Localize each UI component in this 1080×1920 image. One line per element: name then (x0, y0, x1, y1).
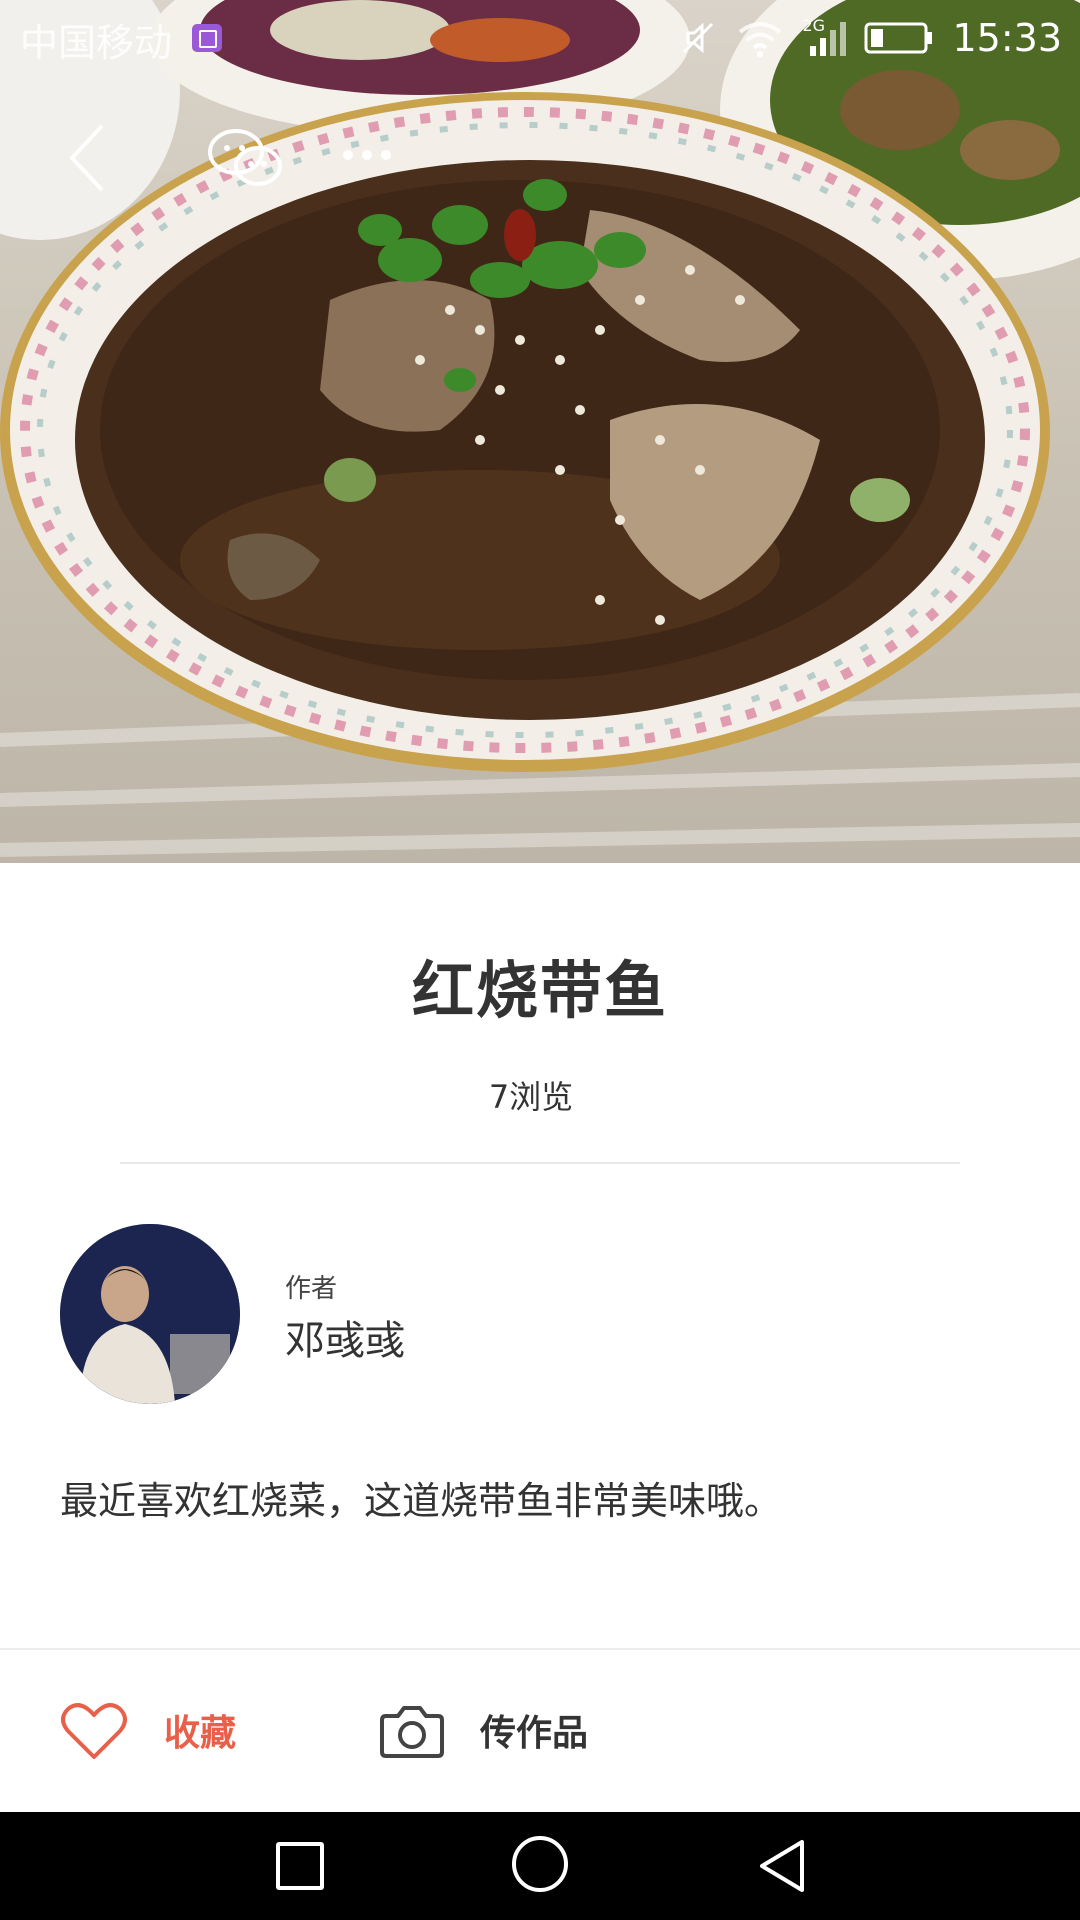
bottom-divider (0, 1648, 1080, 1650)
more-button[interactable] (334, 140, 400, 170)
signal-icon (810, 22, 847, 56)
signal-indicator: 2G (802, 16, 847, 60)
gallery-notification-icon (192, 24, 222, 52)
wifi-icon (739, 22, 782, 57)
author-label: 作者 (285, 1274, 338, 1304)
author-name[interactable]: 邓彧彧 (285, 1308, 405, 1366)
favorite-button[interactable]: 收藏 (60, 1690, 236, 1770)
carrier-name: 中国移动 (20, 21, 173, 65)
status-bar: 中国移动 2G 15:33 (0, 0, 1080, 75)
mute-icon (683, 22, 714, 54)
system-nav-bar (0, 1812, 1080, 1920)
status-icons: 2G 15:33 (678, 10, 1062, 66)
upload-work-label: 传作品 (480, 1713, 589, 1754)
battery-icon (864, 22, 933, 54)
divider (120, 1162, 960, 1164)
hero-photo (0, 0, 1080, 863)
view-count: 7浏览 (488, 1078, 574, 1116)
back-button[interactable] (62, 118, 122, 198)
camera-icon (380, 1706, 444, 1758)
recipe-description: 最近喜欢红烧菜，这道烧带鱼非常美味哦。 (60, 1479, 783, 1523)
heart-icon (61, 1703, 127, 1759)
recipe-title: 红烧带鱼 (411, 954, 668, 1027)
wechat-icon (208, 129, 282, 186)
author-avatar[interactable] (60, 1224, 240, 1404)
clock: 15:33 (952, 16, 1062, 60)
wechat-share-button[interactable] (204, 124, 288, 194)
upload-work-button[interactable]: 传作品 (380, 1690, 588, 1770)
favorite-label: 收藏 (164, 1713, 237, 1754)
more-icon (343, 150, 391, 160)
back-icon[interactable] (756, 1838, 808, 1894)
home-icon[interactable] (512, 1836, 568, 1892)
chevron-left-icon (69, 124, 104, 192)
recent-apps-icon[interactable] (276, 1842, 324, 1890)
